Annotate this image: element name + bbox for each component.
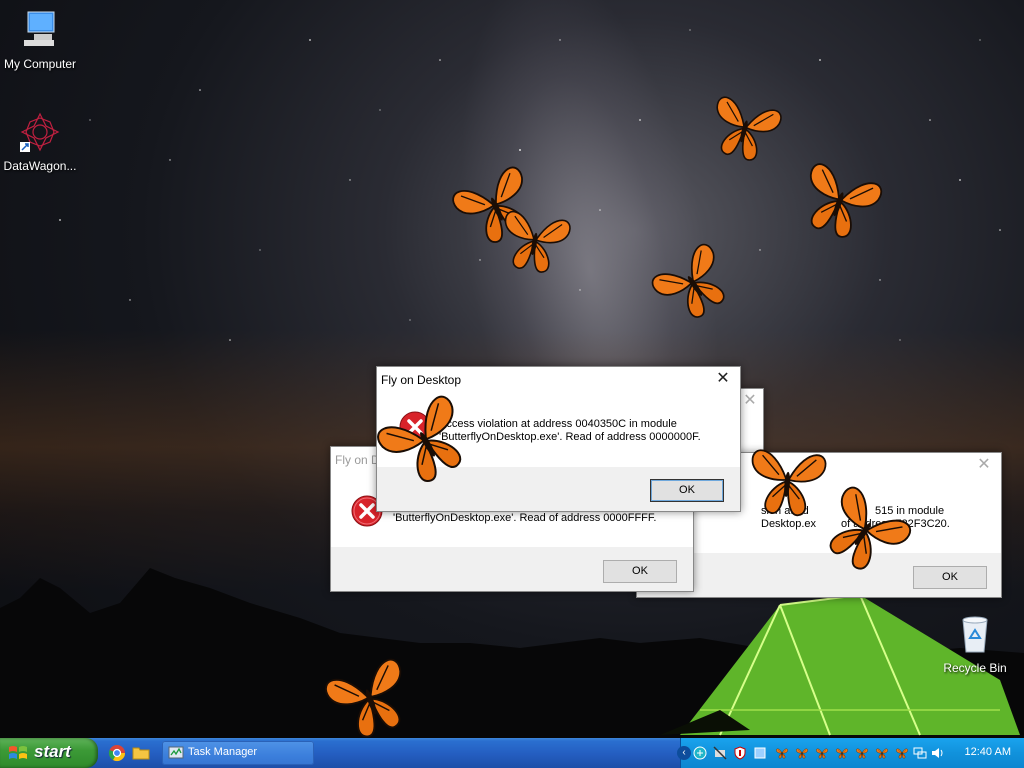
ok-button[interactable]: OK: [650, 479, 724, 502]
datawagon-icon: [20, 112, 60, 152]
butterfly-tray-icon[interactable]: [815, 746, 829, 760]
chevron-icon[interactable]: ‹: [677, 746, 691, 760]
desktop-icon-recycle-bin[interactable]: Recycle Bin: [935, 614, 1015, 675]
close-icon[interactable]: ✕: [975, 457, 993, 475]
window-icon[interactable]: [753, 746, 767, 760]
chrome-icon[interactable]: [108, 744, 126, 762]
ok-button[interactable]: OK: [603, 560, 677, 583]
butterfly-tray-icon[interactable]: [835, 746, 849, 760]
error-message-line2: 'ButterflyOnDesktop.exe'. Read of addres…: [393, 512, 657, 524]
desktop-icon-my-computer[interactable]: My Computer: [0, 10, 80, 71]
close-icon[interactable]: ✕: [714, 371, 732, 389]
computer-icon: [24, 11, 55, 46]
windows-logo-icon: [9, 746, 27, 759]
butterfly-tray-icon[interactable]: [875, 746, 889, 760]
desktop-icon-label: My Computer: [3, 57, 77, 71]
system-tray: ‹ 12:40 AM: [677, 738, 1024, 768]
start-button[interactable]: start: [0, 738, 98, 768]
recycle-bin-icon: [962, 616, 988, 653]
task-label: Task Manager: [188, 746, 258, 758]
taskbar: start Task Manager ‹ 12:40 AM: [0, 738, 1024, 768]
desktop-icon-label: DataWagon...: [3, 159, 77, 173]
close-icon[interactable]: ✕: [741, 393, 759, 411]
desktop-icon-datawagon[interactable]: DataWagon...: [0, 112, 80, 173]
folder-icon[interactable]: [132, 744, 150, 762]
ok-button[interactable]: OK: [913, 566, 987, 589]
butterfly-tray-icon[interactable]: [855, 746, 869, 760]
app-tray-icon[interactable]: [693, 746, 707, 760]
butterfly-sprite[interactable]: [484, 193, 587, 287]
taskbar-button-task-manager[interactable]: Task Manager: [162, 741, 314, 765]
task-manager-icon: [168, 746, 184, 759]
volume-icon[interactable]: [931, 746, 945, 760]
start-label: start: [34, 742, 71, 761]
network-icon[interactable]: [913, 746, 927, 760]
butterfly-tray-icon[interactable]: [795, 746, 809, 760]
shield-icon[interactable]: [733, 746, 747, 760]
butterfly-tray-icon[interactable]: [775, 746, 789, 760]
network-disabled-icon[interactable]: [713, 746, 727, 760]
desktop-icon-label: Recycle Bin: [943, 661, 1007, 675]
clock[interactable]: 12:40 AM: [965, 746, 1011, 758]
butterfly-tray-icon[interactable]: [895, 746, 909, 760]
